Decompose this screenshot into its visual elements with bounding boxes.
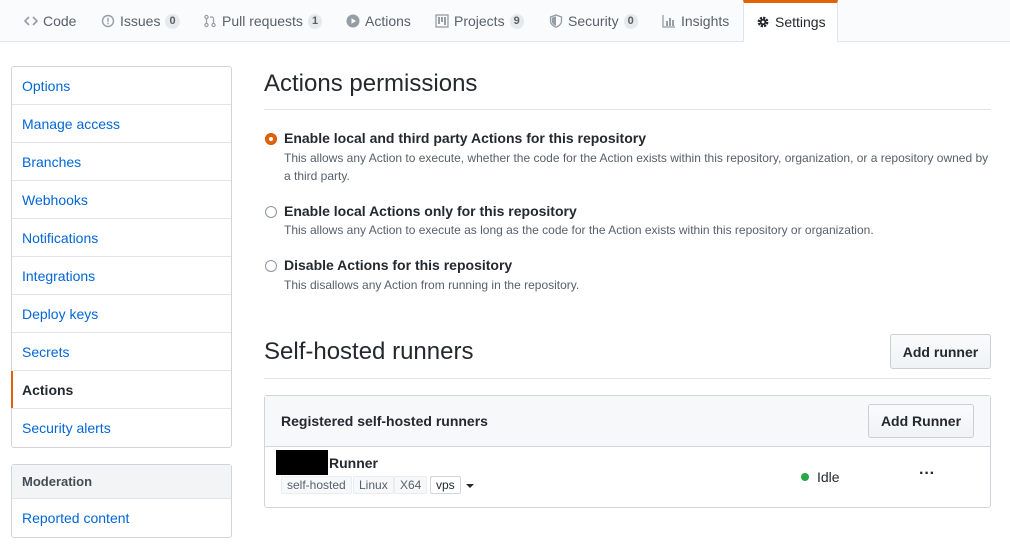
moderation-heading: Moderation	[12, 465, 231, 499]
tab-issues[interactable]: Issues 0	[101, 0, 180, 42]
runners-box-title: Registered self-hosted runners	[281, 413, 488, 429]
radio-enable-local-label[interactable]: Enable local Actions only for this repos…	[284, 203, 577, 219]
play-icon	[346, 14, 360, 28]
settings-menu: Options Manage access Branches Webhooks …	[11, 66, 232, 448]
tab-code[interactable]: Code	[24, 0, 76, 42]
sidebar-item-webhooks[interactable]: Webhooks	[12, 181, 231, 219]
issues-count: 0	[165, 13, 180, 29]
sidebar-item-options[interactable]: Options	[12, 67, 231, 105]
sidebar-item-security-alerts[interactable]: Security alerts	[12, 409, 231, 447]
labels-dropdown-caret-icon[interactable]	[466, 484, 474, 488]
moderation-menu: Moderation Reported content	[11, 464, 232, 538]
tab-security-label: Security	[568, 13, 619, 29]
issue-icon	[101, 14, 115, 28]
pull-requests-count: 1	[307, 13, 323, 29]
graph-icon	[662, 14, 676, 28]
status-dot-icon	[801, 473, 809, 481]
runner-label: Linux	[353, 476, 394, 494]
radio-disable-label[interactable]: Disable Actions for this repository	[284, 257, 512, 273]
tab-insights-label: Insights	[681, 13, 730, 29]
radio-enable-all-label[interactable]: Enable local and third party Actions for…	[284, 130, 646, 146]
redacted-runner-prefix	[276, 450, 328, 475]
tab-actions[interactable]: Actions	[346, 0, 411, 42]
code-icon	[24, 14, 38, 28]
sidebar-item-integrations[interactable]: Integrations	[12, 257, 231, 295]
tab-insights[interactable]: Insights	[662, 0, 729, 42]
radio-enable-local[interactable]	[265, 206, 277, 218]
permissions-title: Actions permissions	[264, 70, 478, 97]
project-icon	[435, 14, 449, 28]
tab-pull-requests[interactable]: Pull requests 1	[203, 0, 323, 42]
pull-request-icon	[203, 14, 217, 28]
projects-count: 9	[509, 13, 524, 29]
runner-label: X64	[394, 476, 428, 494]
tab-issues-label: Issues	[120, 13, 161, 29]
shield-icon	[549, 14, 563, 28]
security-count: 0	[623, 13, 638, 29]
add-runner-box-button[interactable]: Add Runner	[868, 404, 974, 438]
tab-actions-label: Actions	[365, 13, 411, 29]
radio-enable-all-note: This allows any Action to execute, wheth…	[284, 151, 989, 183]
tab-settings-label: Settings	[775, 14, 826, 30]
permissions-divider	[264, 109, 991, 110]
radio-enable-all[interactable]	[265, 133, 277, 145]
runner-label: vps	[430, 476, 461, 494]
tab-pull-requests-label: Pull requests	[222, 13, 303, 29]
gear-icon	[756, 15, 770, 29]
tab-security[interactable]: Security 0	[549, 0, 638, 42]
sidebar-item-branches[interactable]: Branches	[12, 143, 231, 181]
repo-nav: Code Issues 0 Pull requests 1 Actions Pr…	[0, 0, 1010, 42]
radio-enable-local-note: This allows any Action to execute as lon…	[284, 223, 874, 237]
sidebar-item-reported-content[interactable]: Reported content	[12, 499, 231, 537]
sidebar-item-manage-access[interactable]: Manage access	[12, 105, 231, 143]
runners-divider	[264, 378, 991, 379]
add-runner-button[interactable]: Add runner	[890, 334, 991, 369]
sidebar-item-secrets[interactable]: Secrets	[12, 333, 231, 371]
runner-name: Runner	[329, 455, 378, 471]
radio-disable-note: This disallows any Action from running i…	[284, 278, 580, 292]
sidebar-item-actions[interactable]: Actions	[11, 371, 231, 409]
tab-projects-label: Projects	[454, 13, 505, 29]
sidebar-item-notifications[interactable]: Notifications	[12, 219, 231, 257]
kebab-menu-icon[interactable]: ···	[916, 466, 938, 486]
tab-code-label: Code	[43, 13, 77, 29]
runners-title: Self-hosted runners	[264, 338, 474, 365]
tab-settings[interactable]: Settings	[743, 0, 838, 42]
radio-disable[interactable]	[265, 260, 277, 272]
runner-status: Idle	[817, 469, 840, 485]
tab-projects[interactable]: Projects 9	[435, 0, 524, 42]
sidebar-item-deploy-keys[interactable]: Deploy keys	[12, 295, 231, 333]
runner-label: self-hosted	[281, 476, 352, 494]
